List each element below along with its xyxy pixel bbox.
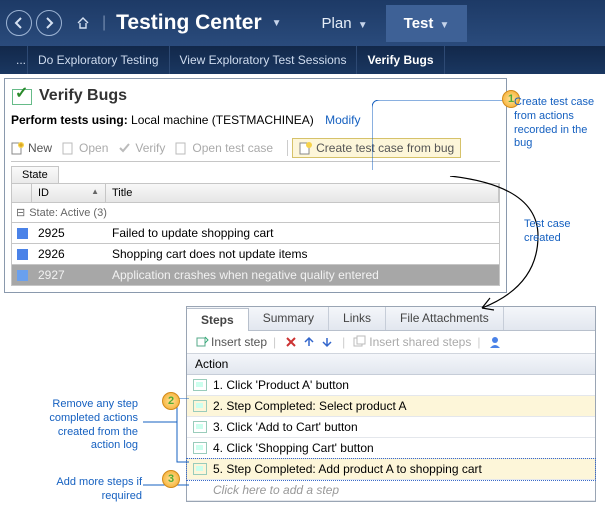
bug-glyph-icon [17, 228, 28, 239]
step-icon [193, 421, 207, 433]
arrow-right-icon [42, 16, 56, 30]
perform-label: Perform tests using: [11, 113, 128, 127]
open-test-case-button[interactable]: Open test case [175, 141, 273, 155]
bug-icon [299, 141, 313, 155]
action-header: Action [187, 354, 595, 375]
verify-icon [11, 85, 33, 107]
tab-summary[interactable]: Summary [249, 307, 329, 330]
step-icon [193, 379, 207, 391]
arrow-curve-icon [448, 176, 558, 316]
sort-asc-icon: ▲ [91, 187, 99, 199]
verify-icon-btn [118, 141, 132, 155]
sub-nav: ... Do Exploratory Testing View Explorat… [0, 46, 605, 74]
app-title: Testing Center [116, 11, 261, 35]
callout-text-1a: Test case created [524, 218, 605, 246]
arrow-left-icon [12, 16, 26, 30]
callout-text-2: Remove any step completed actions create… [28, 398, 138, 453]
grid-header: ID▲ Title [11, 183, 500, 203]
back-button[interactable] [6, 10, 32, 36]
step-row-selected[interactable]: 5. Step Completed: Add product A to shop… [187, 459, 595, 480]
state-filter[interactable]: State [11, 166, 59, 183]
collapse-icon: ⊟ [16, 206, 25, 219]
open-button[interactable]: Open [62, 141, 108, 155]
insert-step-icon [195, 335, 209, 349]
callout-badge-2: 2 [162, 392, 180, 410]
subnav-sessions[interactable]: View Exploratory Test Sessions [170, 46, 358, 74]
open-test-case-icon [175, 141, 189, 155]
subnav-exploratory[interactable]: Do Exploratory Testing [28, 46, 170, 74]
open-icon [62, 141, 76, 155]
col-id[interactable]: ID▲ [32, 184, 106, 202]
modify-link[interactable]: Modify [325, 113, 360, 127]
bug-glyph-icon [17, 249, 28, 260]
step-row[interactable]: 3. Click 'Add to Cart' button [187, 417, 595, 438]
new-button[interactable]: New [11, 141, 52, 155]
callout-text-3: Add more steps if required [46, 476, 142, 504]
steps-panel: Steps Summary Links File Attachments Ins… [186, 306, 596, 502]
callout-text-1: Create test case from actions recorded i… [514, 96, 600, 151]
step-row[interactable]: 2. Step Completed: Select product A [187, 396, 595, 417]
home-icon [76, 16, 90, 30]
col-title[interactable]: Title [106, 184, 499, 202]
forward-button[interactable] [36, 10, 62, 36]
perform-value: Local machine (TESTMACHINEA) [131, 113, 314, 127]
new-icon [11, 141, 25, 155]
shared-steps-icon [353, 335, 367, 349]
table-row-selected[interactable]: 2927 Application crashes when negative q… [11, 265, 500, 286]
title-bar: | Testing Center ▼ Plan ▼ Test ▼ [0, 0, 605, 46]
insert-step-button[interactable]: Insert step [211, 335, 267, 349]
step-icon [193, 442, 207, 454]
move-down-icon[interactable] [320, 335, 334, 349]
delete-icon[interactable] [284, 335, 298, 349]
group-row[interactable]: ⊟ State: Active (3) [11, 203, 500, 223]
tab-links[interactable]: Links [329, 307, 386, 330]
insert-shared-steps-button[interactable]: Insert shared steps [369, 335, 471, 349]
tab-test[interactable]: Test ▼ [386, 5, 468, 42]
table-row[interactable]: 2926 Shopping cart does not update items [11, 244, 500, 265]
tab-steps[interactable]: Steps [187, 308, 249, 331]
bug-glyph-icon [17, 270, 28, 281]
home-button[interactable] [70, 10, 96, 36]
tab-plan[interactable]: Plan ▼ [304, 5, 386, 42]
move-up-icon[interactable] [302, 335, 316, 349]
callout-badge-3: 3 [162, 470, 180, 488]
dropdown-icon[interactable]: ▼ [272, 18, 282, 29]
verify-button[interactable]: Verify [118, 141, 165, 155]
overflow-button[interactable]: ... [6, 46, 28, 74]
table-row[interactable]: 2925 Failed to update shopping cart [11, 223, 500, 244]
add-step-placeholder[interactable]: Click here to add a step [187, 480, 595, 501]
page-title: Verify Bugs [39, 87, 127, 105]
steps-toolbar: Insert step | | Insert shared steps | [187, 331, 595, 354]
step-row[interactable]: 1. Click 'Product A' button [187, 375, 595, 396]
step-row[interactable]: 4. Click 'Shopping Cart' button [187, 438, 595, 459]
callout-connector-icon [372, 100, 506, 170]
step-icon [193, 400, 207, 412]
person-icon[interactable] [488, 335, 502, 349]
subnav-verify-bugs[interactable]: Verify Bugs [357, 46, 444, 74]
step-icon [193, 463, 207, 475]
